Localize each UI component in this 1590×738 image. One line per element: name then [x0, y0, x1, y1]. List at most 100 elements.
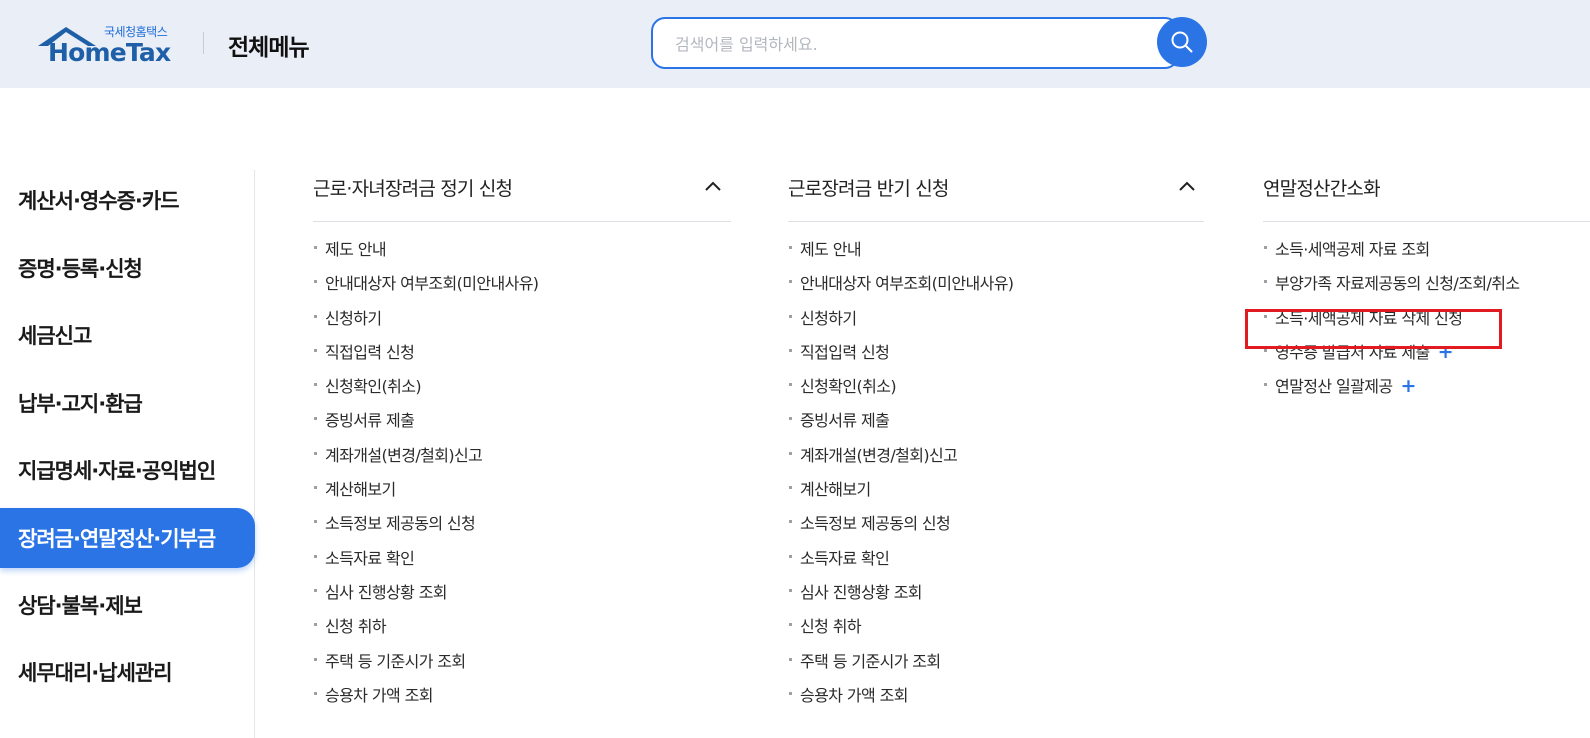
bullet-icon: [314, 554, 317, 558]
plus-icon[interactable]: +: [1400, 377, 1416, 396]
list-item[interactable]: 영수증 발급처 자료 제출 +: [1263, 342, 1519, 377]
bullet-icon: [789, 451, 792, 455]
list-item[interactable]: 소득정보 제공동의 신청: [313, 514, 538, 548]
list-item-label: 증빙서류 제출: [800, 411, 890, 431]
bullet-icon: [314, 451, 317, 455]
list-item-label: 신청하기: [325, 308, 382, 328]
sidebar-item-label: 상담·불복·제보: [18, 594, 143, 618]
list-item-label: 승용차 가액 조회: [800, 685, 908, 705]
list-item-label: 계좌개설(변경/철회)신고: [325, 445, 483, 465]
list-item[interactable]: 계산해보기: [313, 480, 538, 514]
sidebar-item-payment-refund[interactable]: 납부·고지·환급: [0, 373, 255, 433]
list-item[interactable]: 소득정보 제공동의 신청: [788, 514, 1013, 548]
list-item[interactable]: 계좌개설(변경/철회)신고: [788, 446, 1013, 480]
list-item-label: 안내대상자 여부조회(미안내사유): [800, 274, 1014, 294]
bullet-icon: [314, 691, 317, 695]
list-item-label: 소득·세액공제 자료 삭제 신청: [1275, 308, 1463, 328]
list-item-label: 승용차 가액 조회: [325, 685, 433, 705]
column-link-list: 소득·세액공제 자료 조회 부양가족 자료제공동의 신청/조회/취소 소득·세액…: [1263, 240, 1520, 411]
list-item[interactable]: 안내대상자 여부조회(미안내사유): [788, 274, 1014, 308]
chevron-up-icon[interactable]: [1177, 178, 1197, 194]
list-item[interactable]: 신청확인(취소): [313, 377, 538, 411]
column-link-list: 제도 안내 안내대상자 여부조회(미안내사유) 신청하기 직접입력 신청 신청확…: [788, 240, 1014, 720]
plus-icon[interactable]: +: [1438, 342, 1454, 361]
list-item[interactable]: 직접입력 신청: [788, 343, 1013, 377]
list-item[interactable]: 심사 진행상황 조회: [313, 583, 538, 617]
list-item[interactable]: 신청확인(취소): [788, 377, 1013, 411]
column-header: 근로장려금 반기 신청: [788, 170, 1204, 222]
bullet-icon: [789, 691, 792, 695]
bullet-icon: [1264, 348, 1267, 352]
list-item-label: 부양가족 자료제공동의 신청/조회/취소: [1275, 274, 1520, 294]
list-item[interactable]: 계좌개설(변경/철회)신고: [313, 446, 538, 480]
list-item-label: 심사 진행상황 조회: [800, 582, 923, 602]
sidebar-item-label: 증명·등록·신청: [18, 257, 143, 281]
list-item-label: 직접입력 신청: [325, 342, 415, 362]
list-item[interactable]: 연말정산 일괄제공 +: [1263, 377, 1519, 411]
list-item-label: 제도 안내: [325, 240, 387, 259]
sidebar-item-certificates-registration[interactable]: 증명·등록·신청: [0, 238, 255, 298]
list-item-label: 소득자료 확인: [800, 548, 890, 568]
bullet-icon: [1264, 280, 1267, 284]
bullet-icon: [314, 348, 317, 352]
list-item[interactable]: 소득자료 확인: [313, 549, 538, 583]
list-item-label: 계산해보기: [800, 480, 871, 500]
bullet-icon: [314, 246, 317, 249]
bullet-icon: [314, 314, 317, 318]
bullet-icon: [314, 588, 317, 592]
sidebar-item-consultation-appeals[interactable]: 상담·불복·제보: [0, 575, 255, 635]
column-header: 연말정산간소화: [1263, 170, 1590, 222]
search-input[interactable]: [675, 31, 1145, 57]
sidebar-item-label: 세무대리·납세관리: [18, 661, 173, 685]
hometax-logo[interactable]: 국세청홈택스 HomeTax: [36, 22, 186, 68]
page-title: 전체메뉴: [228, 35, 310, 61]
column-header: 근로·자녀장려금 정기 신청: [313, 170, 731, 222]
bullet-icon: [1264, 246, 1267, 249]
bullet-icon: [314, 280, 317, 284]
list-item[interactable]: 주택 등 기준시가 조회: [313, 652, 538, 686]
list-item[interactable]: 주택 등 기준시가 조회: [788, 652, 1013, 686]
list-item-delete-deduction-request[interactable]: 소득·세액공제 자료 삭제 신청: [1263, 309, 1519, 343]
sidebar-item-incentives-year-end[interactable]: 장려금·연말정산·기부금: [0, 508, 255, 568]
list-item-label: 소득자료 확인: [325, 548, 415, 568]
sidebar-item-tax-agent[interactable]: 세무대리·납세관리: [0, 642, 255, 702]
list-item[interactable]: 소득자료 확인: [788, 549, 1013, 583]
list-item[interactable]: 소득·세액공제 자료 조회: [1263, 240, 1519, 274]
list-item[interactable]: 증빙서류 제출: [788, 411, 1013, 445]
list-item[interactable]: 증빙서류 제출: [313, 411, 538, 445]
list-item-label: 계산해보기: [325, 480, 396, 500]
list-item[interactable]: 계산해보기: [788, 480, 1013, 514]
list-item[interactable]: 신청하기: [788, 309, 1013, 343]
list-item[interactable]: 제도 안내: [313, 240, 538, 274]
list-item[interactable]: 직접입력 신청: [313, 343, 538, 377]
header-divider: [203, 32, 204, 54]
sidebar-item-invoices-receipts-cards[interactable]: 계산서·영수증·카드: [0, 170, 255, 230]
list-item[interactable]: 신청 취하: [313, 617, 538, 651]
list-item[interactable]: 심사 진행상황 조회: [788, 583, 1013, 617]
list-item[interactable]: 승용차 가액 조회: [313, 686, 538, 720]
bullet-icon: [314, 383, 317, 387]
bullet-icon: [314, 486, 317, 490]
list-item-label: 연말정산 일괄제공: [1275, 377, 1393, 397]
list-item[interactable]: 제도 안내: [788, 240, 1013, 274]
sidebar-item-label: 세금신고: [18, 324, 92, 348]
bullet-icon: [789, 554, 792, 558]
bullet-icon: [314, 657, 317, 661]
sidebar-item-tax-filing[interactable]: 세금신고: [0, 305, 255, 365]
list-item-label: 신청 취하: [800, 617, 862, 637]
search-button[interactable]: [1157, 17, 1207, 67]
list-item[interactable]: 신청 취하: [788, 617, 1013, 651]
sidebar-item-payment-statements[interactable]: 지급명세·자료·공익법인: [0, 440, 255, 500]
bullet-icon: [789, 623, 792, 627]
list-item[interactable]: 안내대상자 여부조회(미안내사유): [313, 274, 539, 308]
sidebar-item-label: 납부·고지·환급: [18, 392, 143, 416]
list-item[interactable]: 승용차 가액 조회: [788, 686, 1013, 720]
list-item-label: 신청하기: [800, 308, 857, 328]
list-item-label: 신청확인(취소): [800, 377, 897, 397]
bullet-icon: [1264, 383, 1267, 387]
bullet-icon: [314, 520, 317, 524]
list-item[interactable]: 신청하기: [313, 309, 538, 343]
list-item-label: 소득·세액공제 자료 조회: [1275, 240, 1430, 259]
chevron-up-icon[interactable]: [703, 178, 723, 194]
list-item[interactable]: 부양가족 자료제공동의 신청/조회/취소: [1263, 274, 1520, 308]
